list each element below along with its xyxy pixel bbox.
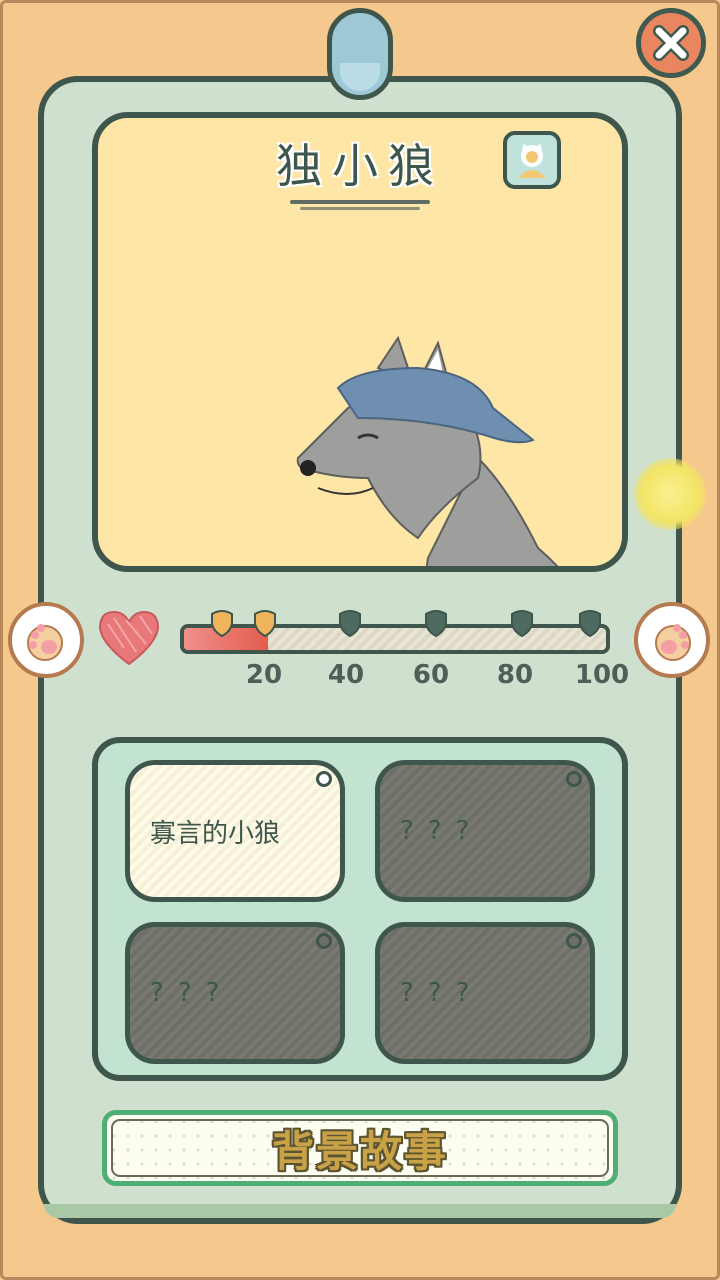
trait-dot [316, 771, 332, 787]
name-underline-second [300, 207, 420, 210]
paw-left-icon [27, 624, 63, 661]
trait-card-3[interactable]: ??? [125, 922, 345, 1064]
close-icon [653, 25, 689, 61]
tick-label-20: 20 [245, 660, 283, 690]
next-character-button[interactable] [634, 602, 710, 678]
trait-label: ??? [400, 816, 484, 846]
milestone-marker-locked [578, 610, 602, 638]
prev-character-button[interactable] [8, 602, 84, 678]
trait-card-1[interactable]: 寡言的小狼 [125, 760, 345, 902]
cat-avatar-icon-button[interactable] [503, 131, 561, 189]
trait-card-2[interactable]: ??? [375, 760, 595, 902]
milestone-marker-unlocked [210, 610, 234, 638]
story-button-label: 背景故事 [271, 1126, 448, 1176]
paw-right-icon [655, 624, 691, 661]
trait-dot [566, 771, 582, 787]
wolf-character-illustration [296, 335, 559, 566]
milestone-marker-locked [424, 610, 448, 638]
milestone-marker-locked [510, 610, 534, 638]
trait-dot [566, 933, 582, 949]
close-button[interactable] [636, 8, 706, 78]
trait-label: ??? [400, 978, 484, 1008]
card-clip [327, 8, 393, 100]
character-name: 独小狼 [276, 139, 444, 193]
glow-orb[interactable] [634, 458, 706, 530]
affection-bar [180, 624, 610, 654]
heart-icon [98, 610, 160, 666]
trait-label: 寡言的小狼 [150, 818, 281, 849]
trait-card-4[interactable]: ??? [375, 922, 595, 1064]
milestone-marker-locked [338, 610, 362, 638]
background-story-button[interactable]: 背景故事 [102, 1110, 618, 1186]
name-underline [290, 200, 430, 204]
trait-label: ??? [150, 978, 234, 1008]
tick-label-40: 40 [327, 660, 365, 690]
tick-label-60: 60 [412, 660, 450, 690]
tick-label-80: 80 [496, 660, 534, 690]
cat-avatar-icon [518, 143, 546, 178]
trait-dot [316, 933, 332, 949]
milestone-marker-unlocked [253, 610, 277, 638]
tick-label-100: 100 [574, 660, 630, 690]
